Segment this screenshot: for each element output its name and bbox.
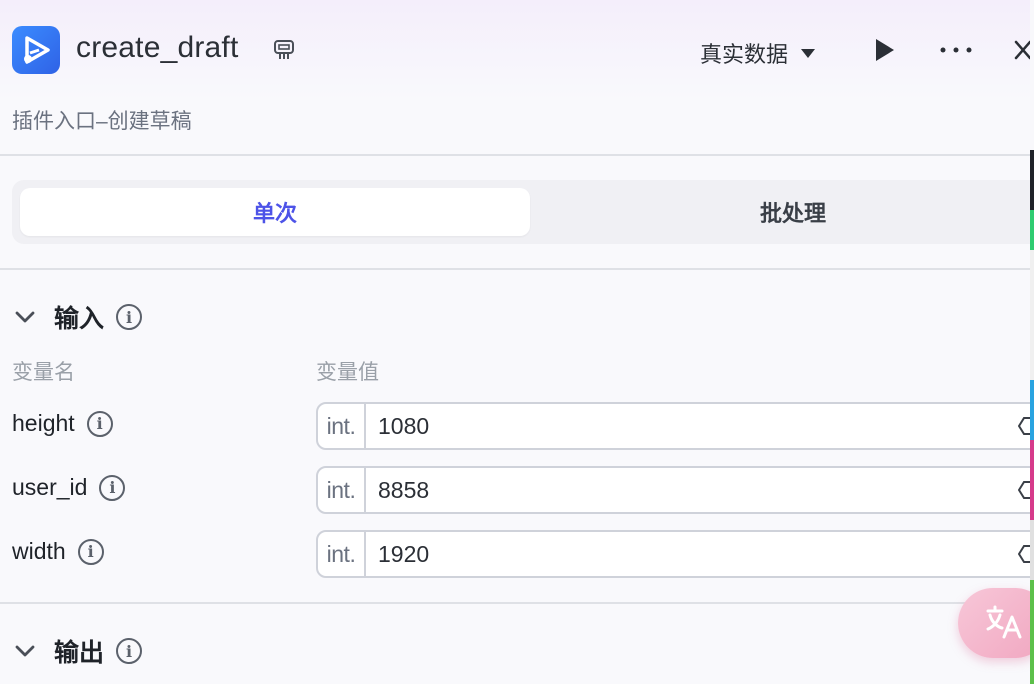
data-mode-label: 真实数据 xyxy=(700,42,789,67)
input-section-header[interactable]: 输入 i xyxy=(12,300,143,334)
background-window-edge xyxy=(1030,210,1034,250)
info-icon[interactable]: i xyxy=(99,474,126,501)
type-tag: int. xyxy=(318,532,366,576)
page-title: create_draft xyxy=(76,31,239,64)
translate-icon xyxy=(986,605,1022,639)
divider xyxy=(0,154,1030,156)
height-input[interactable] xyxy=(366,404,1030,448)
output-section-header[interactable]: 输出 i xyxy=(12,634,143,668)
translate-button[interactable] xyxy=(958,588,1030,658)
run-mode-tabs: 单次 批处理 xyxy=(12,180,1030,244)
divider xyxy=(0,268,1030,270)
reference-variable-icon[interactable] xyxy=(1018,543,1030,565)
plugin-description: 插件入口–创建草稿 xyxy=(12,110,192,133)
caret-down-icon xyxy=(801,49,816,58)
plugin-badge-icon[interactable] xyxy=(272,38,296,62)
user-id-input[interactable] xyxy=(366,468,1030,512)
column-header-name: 变量名 xyxy=(12,361,75,384)
background-window-edge xyxy=(1030,250,1034,380)
background-window-edge xyxy=(1030,380,1034,440)
chevron-down-icon[interactable] xyxy=(12,638,38,664)
divider xyxy=(0,602,1030,604)
play-icon[interactable] xyxy=(872,36,898,64)
variable-label: width xyxy=(12,538,66,564)
info-icon[interactable]: i xyxy=(116,638,143,664)
variable-field-width: int. xyxy=(316,530,1030,578)
data-mode-select[interactable]: 真实数据 xyxy=(700,37,816,69)
variable-name-user-id: user_id i xyxy=(12,474,126,501)
reference-variable-icon[interactable] xyxy=(1018,415,1030,437)
chevron-down-icon[interactable] xyxy=(12,304,38,330)
variable-name-height: height i xyxy=(12,410,113,437)
variable-label: user_id xyxy=(12,474,88,500)
close-icon[interactable] xyxy=(1010,36,1030,64)
input-section-title: 输入 xyxy=(54,305,105,333)
video-play-app-icon xyxy=(12,26,60,74)
info-icon[interactable]: i xyxy=(77,538,104,565)
tab-single[interactable]: 单次 xyxy=(20,188,530,236)
reference-variable-icon[interactable] xyxy=(1018,479,1030,501)
column-header-value: 变量值 xyxy=(316,361,379,384)
variable-field-user-id: int. xyxy=(316,466,1030,514)
type-tag: int. xyxy=(318,404,366,448)
variable-label: height xyxy=(12,410,75,436)
output-section-title: 输出 xyxy=(54,639,105,667)
background-window-edge xyxy=(1030,440,1034,520)
info-icon[interactable]: i xyxy=(86,410,113,437)
plugin-test-panel: create_draft 真实数据 插件入口–创建草稿 单次 批处理 输入 i … xyxy=(0,0,1030,684)
ellipsis-icon[interactable] xyxy=(938,36,974,64)
type-tag: int. xyxy=(318,468,366,512)
background-window-edge xyxy=(1030,580,1034,684)
width-input[interactable] xyxy=(366,532,1030,576)
background-window-edge xyxy=(1030,150,1034,210)
variable-name-width: width i xyxy=(12,538,104,565)
tab-batch[interactable]: 批处理 xyxy=(538,188,1030,236)
variable-field-height: int. xyxy=(316,402,1030,450)
background-window-edge xyxy=(1030,520,1034,580)
info-icon[interactable]: i xyxy=(116,304,143,330)
